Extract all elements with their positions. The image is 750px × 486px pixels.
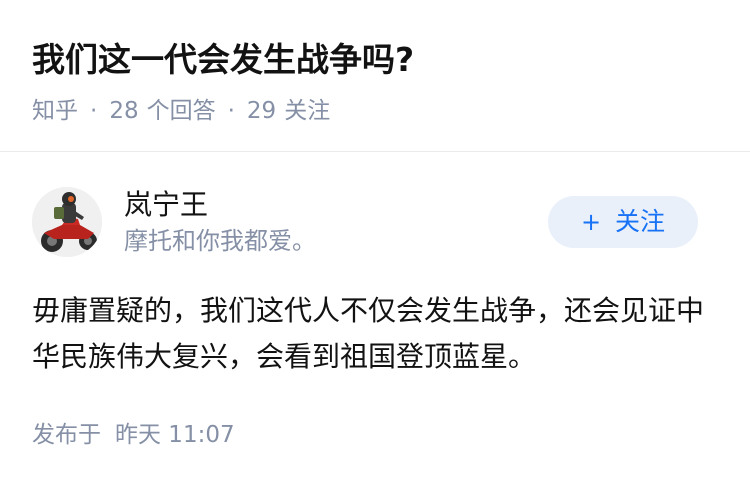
publish-time: 发布于 昨天 11:07 (32, 420, 235, 450)
follow-button[interactable]: + 关注 (548, 196, 698, 248)
question-title[interactable]: 我们这一代会发生战争吗? (32, 38, 718, 82)
answers-count: 28 (109, 98, 139, 124)
author-bio: 摩托和你我都爱。 (124, 227, 316, 255)
followers-count: 29 (246, 98, 277, 124)
question-meta: 知乎 · 28 个回答 · 29 关注 (32, 96, 330, 126)
question-header: 我们这一代会发生战争吗? (32, 38, 718, 82)
divider (0, 151, 750, 152)
answer-page: 我们这一代会发生战争吗? 知乎 · 28 个回答 · 29 关注 岚宁王 摩托和你我都爱 (0, 0, 750, 486)
plus-icon: + (580, 208, 602, 236)
meta-separator: · (227, 98, 235, 124)
follow-button-label: 关注 (615, 207, 666, 236)
answers-label: 个回答 (146, 98, 216, 124)
meta-separator: · (90, 98, 98, 124)
motorcycle-rider-icon (32, 187, 102, 257)
author-name[interactable]: 岚宁王 (124, 187, 208, 223)
source-label[interactable]: 知乎 (32, 98, 78, 124)
avatar[interactable] (32, 187, 102, 257)
publish-timestamp: 昨天 11:07 (115, 422, 235, 448)
followers-label: 关注 (284, 98, 331, 124)
answer-content[interactable]: 毋庸置疑的，我们这代人不仅会发生战争，还会见证中华民族伟大复兴，会看到祖国登顶蓝… (32, 288, 718, 380)
publish-label: 发布于 (32, 422, 101, 448)
